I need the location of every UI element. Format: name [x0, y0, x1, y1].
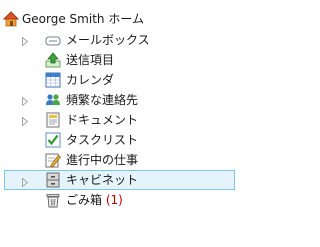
tree-item-contacts[interactable]: 頻繁な連絡先: [0, 90, 250, 110]
tree-item-cabinet[interactable]: キャビネット: [4, 170, 235, 190]
unread-count-badge: (1): [105, 193, 123, 207]
tree-item-task-list[interactable]: タスクリスト: [0, 130, 250, 150]
tree-item-label: ドキュメント: [66, 113, 139, 127]
tree-item-trash[interactable]: ごみ箱 (1): [0, 190, 250, 210]
navigation-tree: George Smith ホーム メールボックス 送信項目 カレンダ 頻繁な連絡…: [0, 0, 250, 247]
tree-item-sent-items[interactable]: 送信項目: [0, 50, 250, 70]
tree-root-home[interactable]: George Smith ホーム: [0, 9, 250, 29]
tree-item-label: 送信項目: [66, 53, 115, 67]
tree-item-work-in-progress[interactable]: 進行中の仕事: [0, 150, 250, 170]
trash-label-group: ごみ箱 (1): [66, 191, 123, 209]
tree-item-documents[interactable]: ドキュメント: [0, 110, 250, 130]
expand-arrow-icon[interactable]: [22, 115, 29, 127]
mailbox-icon: [45, 32, 61, 48]
sent-items-icon: [45, 52, 61, 68]
tree-root-label: George Smith ホーム: [22, 12, 144, 26]
tree-item-label: キャビネット: [66, 173, 139, 187]
expand-arrow-icon[interactable]: [22, 176, 29, 188]
tree-item-label: 頻繁な連絡先: [66, 93, 139, 107]
task-list-icon: [45, 132, 61, 148]
documents-icon: [45, 112, 61, 128]
tree-item-calendar[interactable]: カレンダ: [0, 70, 250, 90]
tree-item-label: ごみ箱: [66, 193, 103, 207]
contacts-icon: [45, 92, 61, 108]
cabinet-icon: [45, 172, 61, 188]
expand-arrow-icon[interactable]: [22, 95, 29, 107]
work-in-progress-icon: [45, 152, 61, 168]
trash-icon: [45, 192, 61, 208]
tree-item-label: 進行中の仕事: [66, 153, 139, 167]
calendar-icon: [45, 72, 61, 88]
tree-item-label: メールボックス: [66, 33, 150, 47]
expand-arrow-icon[interactable]: [22, 35, 29, 47]
tree-item-label: カレンダ: [66, 73, 115, 87]
tree-item-label: タスクリスト: [66, 133, 139, 147]
tree-item-mailbox[interactable]: メールボックス: [0, 30, 250, 50]
home-icon: [3, 11, 19, 27]
